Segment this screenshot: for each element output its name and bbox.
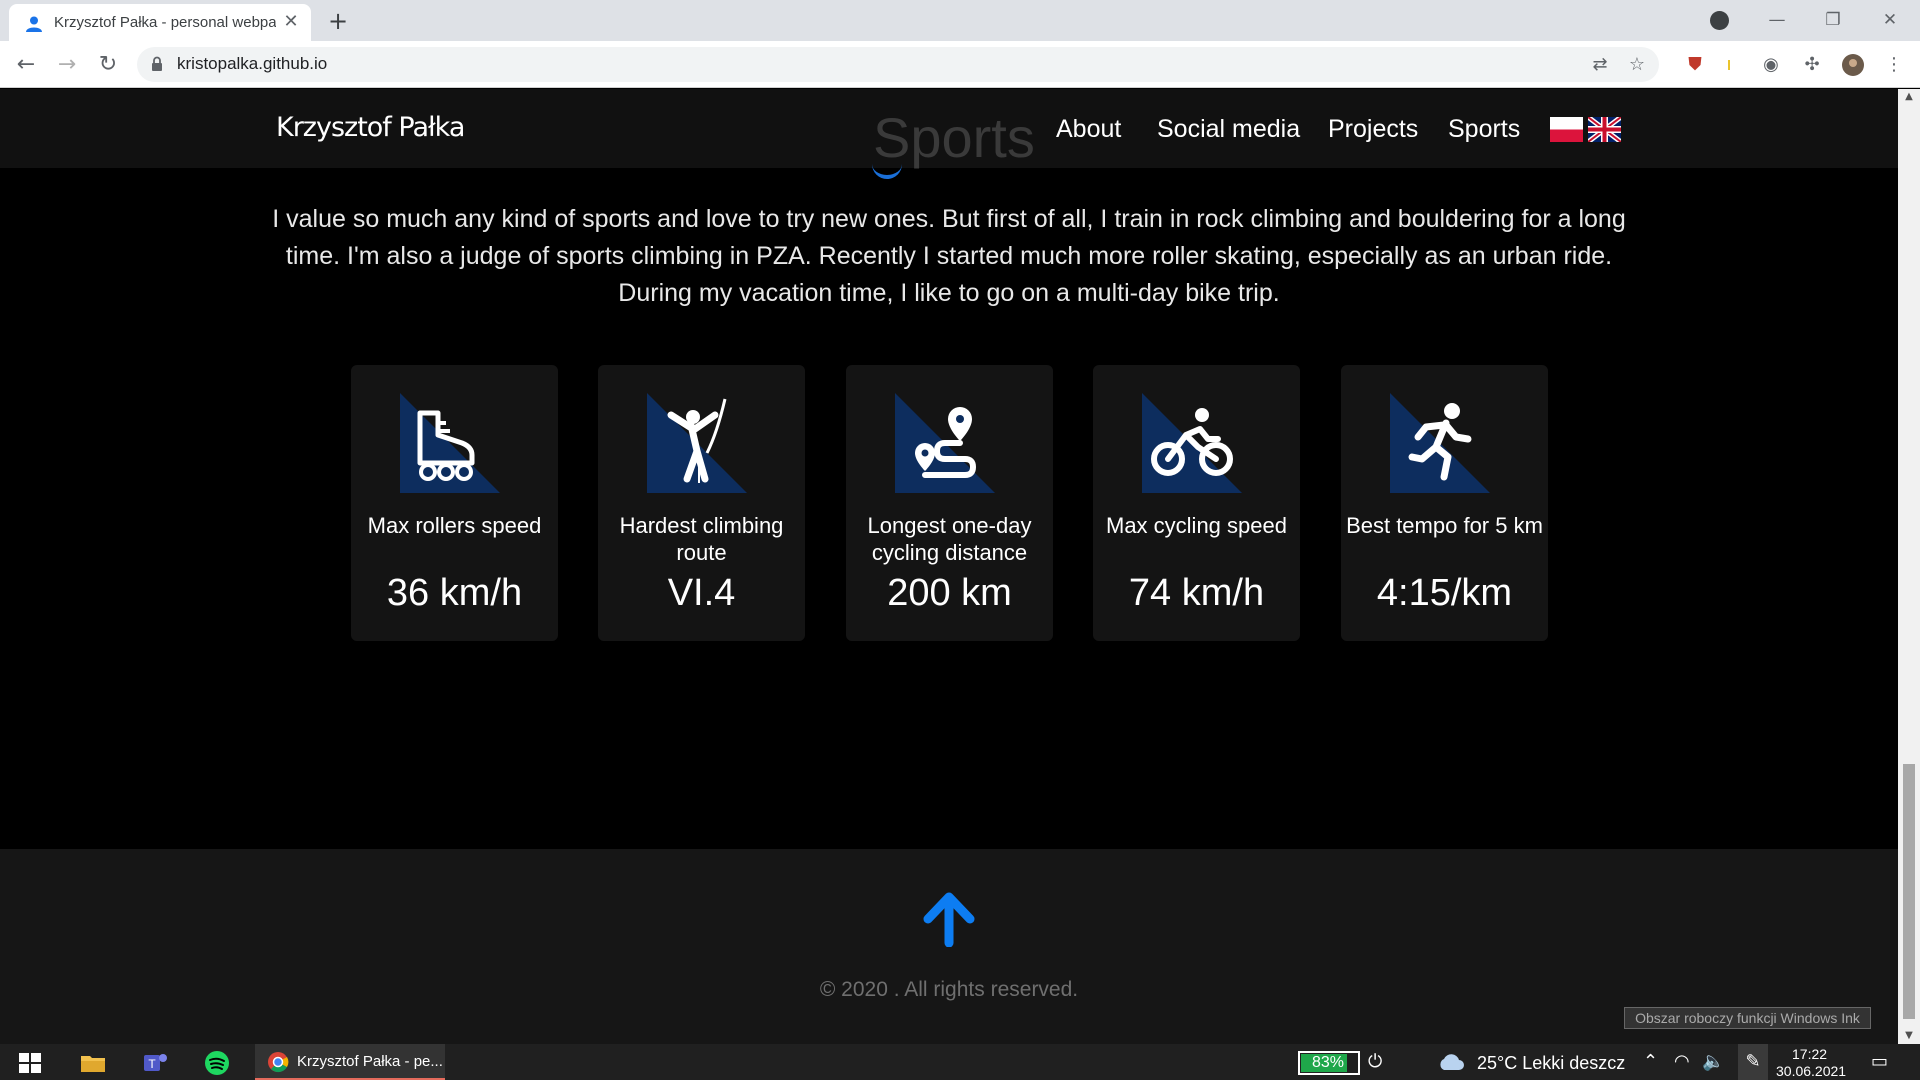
tab-title: Krzysztof Pałka - personal webpa (54, 14, 276, 31)
scroll-up-arrow-icon[interactable]: ▲ (1898, 89, 1920, 105)
stat-label: Best tempo for 5 km (1346, 513, 1543, 538)
browser-tab[interactable]: Krzysztof Pałka - personal webpa ✕ (9, 4, 311, 41)
person-icon (26, 16, 42, 32)
stat-value: 4:15/km (1376, 572, 1513, 614)
browser-toolbar: ← → ↻ kristopalka.github.io ⇄ ☆ ⛊ ı ◉ ✣ … (0, 41, 1920, 88)
svg-text:T: T (148, 1057, 156, 1071)
avatar[interactable] (1841, 53, 1865, 77)
nav-link-about[interactable]: About (1056, 115, 1121, 144)
browser-tab-strip: Krzysztof Pałka - personal webpa ✕ + — ❐… (0, 0, 1920, 41)
site-header: Krzysztof Pałka Sports About Social medi… (0, 89, 1898, 179)
taskbar-app-label: Krzysztof Pałka - pe... (297, 1053, 443, 1070)
stat-card-rollers: Max rollers speed 36 km/h (351, 365, 558, 641)
lock-icon (152, 56, 162, 71)
stat-card-distance: Longest one-day cycling distance 200 km (846, 365, 1053, 641)
sports-intro-text: I value so much any kind of sports and l… (272, 205, 1626, 307)
teams-icon[interactable]: T (141, 1049, 169, 1077)
puzzle-extensions-icon[interactable]: ✣ (1800, 53, 1824, 77)
stat-card-running: Best tempo for 5 km 4:15/km (1341, 365, 1548, 641)
chevron-up-icon[interactable]: ⌃ (1643, 1052, 1658, 1072)
stat-value: 200 km (887, 572, 1012, 614)
tab-search-icon[interactable] (1710, 11, 1729, 30)
url-text: kristopalka.github.io (177, 54, 328, 73)
file-explorer-icon[interactable] (79, 1049, 107, 1077)
windows-ink-tooltip: Obszar roboczy funkcji Windows Ink (1624, 1007, 1871, 1029)
scroll-down-arrow-icon[interactable]: ▼ (1898, 1028, 1920, 1044)
copyright-text: © 2020 . All rights reserved. (819, 978, 1079, 1001)
scrollbar-thumb[interactable] (1903, 764, 1915, 1019)
spotify-icon[interactable] (203, 1049, 231, 1077)
globe-extension-icon[interactable]: ◉ (1759, 53, 1783, 77)
page-scrollbar[interactable]: ▲ ▼ (1898, 89, 1920, 1044)
weather-text[interactable]: 25°C Lekki deszcz (1477, 1053, 1625, 1074)
brand-logo[interactable]: Krzysztof Pałka (276, 112, 465, 143)
address-bar[interactable]: kristopalka.github.io ⇄ ☆ (137, 47, 1659, 82)
stat-label: Max cycling speed (1106, 513, 1287, 538)
back-arrow-icon[interactable]: ← (12, 51, 40, 79)
stat-value: VI.4 (667, 572, 736, 614)
power-plug-icon: ⏻ (1368, 1051, 1383, 1072)
weather-cloud-icon[interactable] (1437, 1052, 1465, 1072)
page-viewport: Krzysztof Pałka Sports About Social medi… (0, 89, 1898, 1044)
restore-button[interactable]: ❐ (1813, 6, 1853, 34)
battery-percent: 83% (1311, 1054, 1345, 1071)
nav-link-social-media[interactable]: Social media (1157, 115, 1300, 144)
reload-icon[interactable]: ↻ (94, 51, 122, 79)
pen-ink-icon[interactable]: ✎ (1738, 1044, 1768, 1080)
notifications-icon[interactable]: ▭ (1871, 1052, 1888, 1072)
chrome-icon (268, 1052, 289, 1073)
stat-value: 36 km/h (386, 572, 523, 614)
bookmark-star-icon[interactable]: ☆ (1625, 53, 1649, 77)
route-icon (895, 393, 995, 493)
battery-indicator[interactable]: 83% (1298, 1051, 1360, 1075)
wifi-icon[interactable]: ◠ (1674, 1052, 1690, 1072)
uk-flag-icon[interactable] (1588, 117, 1621, 142)
climber-icon (647, 393, 747, 493)
taskbar-chrome-app[interactable]: Krzysztof Pałka - pe... (255, 1044, 445, 1080)
windows-taskbar: T Krzysztof Pałka - pe... 83% ⏻ 25°C Lek… (0, 1044, 1920, 1080)
close-tab-icon[interactable]: ✕ (281, 12, 301, 32)
clock-time[interactable]: 17:22 (1792, 1046, 1827, 1062)
stat-label: Hardest climbing route (619, 513, 784, 565)
stat-label: Max rollers speed (367, 513, 542, 538)
stat-card-cycling-speed: Max cycling speed 74 km/h (1093, 365, 1300, 641)
ublock-extension-icon[interactable]: ⛊ (1683, 53, 1707, 77)
forward-arrow-icon[interactable]: → (53, 51, 81, 79)
stat-card-climbing: Hardest climbing route VI.4 (598, 365, 805, 641)
menu-dots-icon[interactable]: ⋮ (1882, 53, 1906, 77)
roller-skate-icon (400, 393, 500, 493)
extension-icon[interactable]: ı (1717, 53, 1741, 77)
clock-date[interactable]: 30.06.2021 (1776, 1063, 1846, 1079)
minimize-button[interactable]: — (1757, 6, 1797, 34)
site-footer: © 2020 . All rights reserved. (0, 849, 1898, 1044)
scroll-to-top-arrow-icon[interactable] (920, 889, 978, 947)
nav-link-projects[interactable]: Projects (1328, 115, 1418, 144)
section-heading-underline (872, 163, 902, 179)
translate-icon[interactable]: ⇄ (1588, 53, 1612, 77)
stat-label: Longest one-day cycling distance (867, 513, 1032, 565)
windows-start-icon[interactable] (16, 1049, 44, 1077)
close-window-button[interactable]: ✕ (1870, 6, 1910, 34)
runner-icon (1390, 393, 1490, 493)
polish-flag-icon[interactable] (1550, 117, 1583, 142)
stat-value: 74 km/h (1128, 572, 1265, 614)
new-tab-button[interactable]: + (324, 7, 352, 35)
volume-icon[interactable]: 🔈 (1702, 1052, 1724, 1072)
nav-link-sports[interactable]: Sports (1448, 115, 1520, 144)
section-ghost-title: Sports (873, 106, 1035, 169)
cyclist-icon (1142, 393, 1242, 493)
